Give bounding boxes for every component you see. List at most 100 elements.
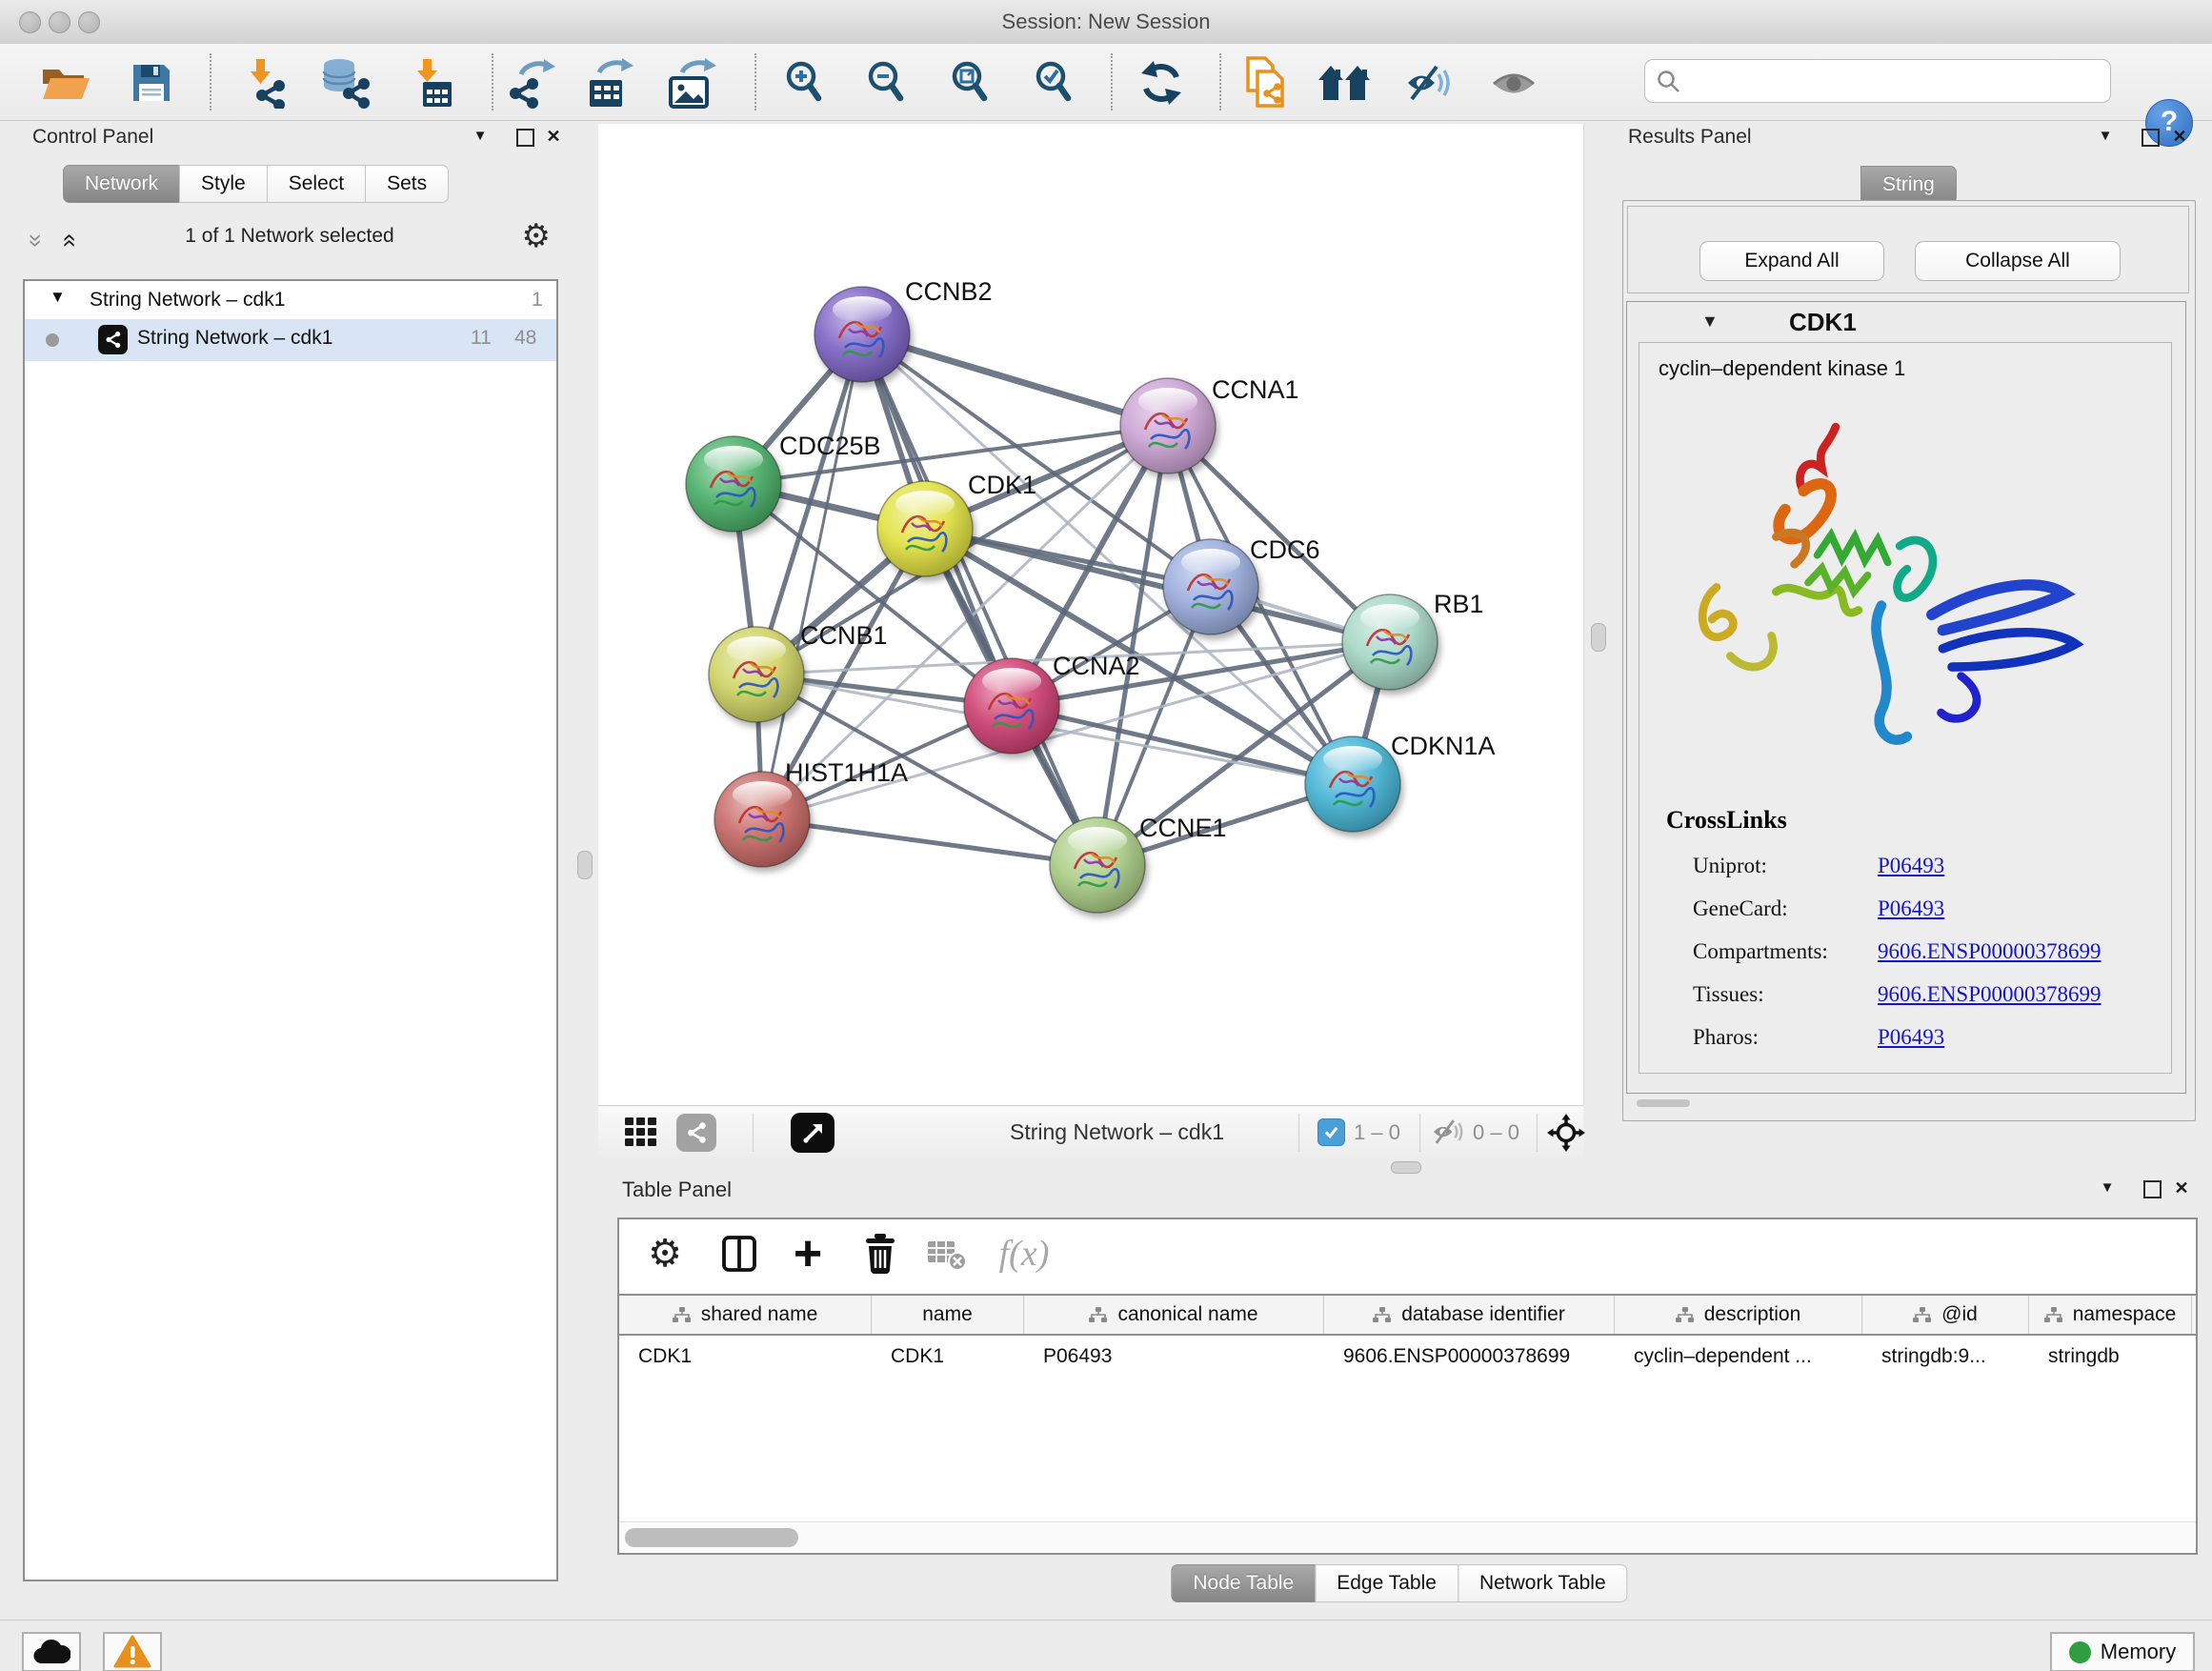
import-network-database-button[interactable] bbox=[318, 55, 373, 111]
panel-float-icon[interactable] bbox=[516, 129, 534, 147]
export-network-button[interactable] bbox=[505, 55, 560, 111]
card-expander-icon[interactable]: ▼ bbox=[1701, 312, 1719, 332]
tab-node-table[interactable]: Node Table bbox=[1171, 1564, 1316, 1602]
crosslink-link[interactable]: P06493 bbox=[1878, 896, 1944, 921]
left-splitter-knob[interactable] bbox=[577, 851, 593, 879]
network-node-CDC6[interactable] bbox=[1163, 539, 1258, 634]
open-session-button[interactable] bbox=[38, 55, 93, 111]
table-settings-gear-icon[interactable]: ⚙ bbox=[640, 1231, 690, 1277]
results-hscrollbar-thumb[interactable] bbox=[1637, 1099, 1690, 1107]
show-hide-graphics-button[interactable] bbox=[1402, 55, 1458, 111]
bottom-splitter-knob[interactable] bbox=[1391, 1161, 1421, 1174]
bottom-splitter[interactable] bbox=[598, 1158, 1583, 1174]
results-tab-string[interactable]: String bbox=[1860, 166, 1957, 204]
network-node-CDKN1A[interactable] bbox=[1305, 736, 1400, 832]
table-hscrollbar-thumb[interactable] bbox=[625, 1528, 798, 1547]
column-header-name[interactable]: name bbox=[872, 1296, 1024, 1334]
network-options-gear-icon[interactable]: ⚙ bbox=[522, 217, 551, 255]
search-input[interactable] bbox=[1691, 64, 2095, 98]
network-node-CCNE1[interactable] bbox=[1050, 817, 1145, 913]
tab-select[interactable]: Select bbox=[267, 165, 366, 203]
collapse-all-networks-icon[interactable]: » bbox=[22, 233, 51, 241]
war ning-button[interactable] bbox=[103, 1632, 162, 1671]
zoom-in-button[interactable] bbox=[775, 55, 831, 111]
refresh-view-button[interactable] bbox=[1134, 55, 1189, 111]
memory-button[interactable]: Memory bbox=[2050, 1632, 2195, 1671]
network-node-CCNB1[interactable] bbox=[709, 627, 804, 722]
column-header--id[interactable]: @id bbox=[1862, 1296, 2029, 1334]
table-cell[interactable]: stringdb bbox=[2029, 1336, 2192, 1378]
table-cell[interactable]: P06493 bbox=[1024, 1336, 1324, 1378]
crosslink-link[interactable]: 9606.ENSP00000378699 bbox=[1878, 982, 2101, 1007]
panel-close-icon[interactable]: ✕ bbox=[2167, 124, 2192, 149]
cloud-button[interactable] bbox=[22, 1632, 81, 1671]
tab-style[interactable]: Style bbox=[179, 165, 268, 203]
zoom-selected-button[interactable] bbox=[1025, 55, 1080, 111]
create-column-plus-icon[interactable]: + bbox=[783, 1231, 833, 1282]
table-cell[interactable]: CDK1 bbox=[872, 1336, 1024, 1378]
collapse-all-button[interactable]: Collapse All bbox=[1915, 241, 2121, 281]
column-header-description[interactable]: description bbox=[1615, 1296, 1862, 1334]
show-columns-icon[interactable] bbox=[714, 1231, 764, 1277]
network-node-CDC25B[interactable] bbox=[686, 436, 781, 532]
panel-float-icon[interactable] bbox=[2143, 1180, 2162, 1198]
network-node-CDK1[interactable] bbox=[877, 481, 973, 576]
function-builder-icon[interactable]: f(x) bbox=[986, 1231, 1062, 1277]
column-header-canonical-name[interactable]: canonical name bbox=[1024, 1296, 1324, 1334]
export-table-button[interactable] bbox=[583, 55, 638, 111]
import-network-file-button[interactable] bbox=[238, 55, 293, 111]
table-cell[interactable]: cyclin–dependent ... bbox=[1615, 1336, 1862, 1378]
panel-float-icon[interactable] bbox=[2142, 129, 2160, 147]
table-cell[interactable]: stringdb:9... bbox=[1862, 1336, 2029, 1378]
network-node-CCNA2[interactable] bbox=[964, 658, 1059, 754]
network-row-selected[interactable]: String Network – cdk1 11 48 bbox=[25, 319, 556, 361]
panel-collapse-icon[interactable]: ▼ bbox=[2093, 124, 2118, 149]
tab-sets[interactable]: Sets bbox=[365, 165, 449, 203]
import-table-file-button[interactable] bbox=[406, 55, 461, 111]
crosslink-link[interactable]: P06493 bbox=[1878, 854, 1944, 878]
left-splitter[interactable] bbox=[570, 124, 600, 1596]
hidden-eye-slash-icon[interactable] bbox=[1431, 1117, 1467, 1152]
network-canvas[interactable]: CCNB2CCNA1CDC25BCDK1CDC6RB1CCNB1CCNA2CDK… bbox=[598, 124, 1584, 1105]
crosslink-link[interactable]: 9606.ENSP00000378699 bbox=[1878, 939, 2101, 964]
fit-content-button[interactable] bbox=[941, 55, 996, 111]
crosshair-icon[interactable] bbox=[1547, 1114, 1585, 1157]
zoom-out-button[interactable] bbox=[857, 55, 913, 111]
panel-close-icon[interactable]: ✕ bbox=[2169, 1176, 2194, 1200]
panel-close-icon[interactable]: ✕ bbox=[541, 124, 566, 149]
home-button[interactable] bbox=[1317, 55, 1372, 111]
tab-network-table[interactable]: Network Table bbox=[1458, 1564, 1628, 1602]
export-image-button[interactable] bbox=[665, 55, 720, 111]
panel-collapse-icon[interactable]: ▼ bbox=[2095, 1176, 2120, 1200]
network-node-CCNA1[interactable] bbox=[1120, 378, 1216, 473]
detach-view-icon[interactable] bbox=[791, 1113, 835, 1153]
right-splitter-knob[interactable] bbox=[1591, 623, 1606, 652]
network-node-CCNB2[interactable] bbox=[814, 287, 910, 382]
column-header-database-identifier[interactable]: database identifier bbox=[1324, 1296, 1615, 1334]
grid-view-icon[interactable] bbox=[625, 1117, 657, 1148]
table-hscrollbar[interactable] bbox=[619, 1521, 2196, 1553]
warning-icon bbox=[113, 1635, 151, 1669]
column-header-namespace[interactable]: namespace bbox=[2029, 1296, 2192, 1334]
selected-checkbox-icon[interactable] bbox=[1317, 1118, 1345, 1146]
network-collection-row[interactable]: ▼ String Network – cdk1 1 bbox=[25, 281, 556, 319]
delete-table-icon[interactable] bbox=[922, 1231, 972, 1277]
network-selection-status: 1 of 1 Network selected bbox=[82, 225, 497, 248]
table-cell[interactable]: 9606.ENSP00000378699 bbox=[1324, 1336, 1615, 1378]
node-card-header[interactable]: ▼ CDK1 bbox=[1627, 302, 2185, 342]
tab-network[interactable]: Network bbox=[63, 165, 180, 203]
table-cell[interactable]: CDK1 bbox=[619, 1336, 872, 1378]
network-node-RB1[interactable] bbox=[1342, 594, 1438, 690]
zoom-out-icon bbox=[864, 60, 906, 106]
expand-all-button[interactable]: Expand All bbox=[1699, 241, 1884, 281]
duplicate-network-button[interactable] bbox=[1238, 55, 1294, 111]
eye-button[interactable] bbox=[1486, 55, 1541, 111]
network-view-share-icon[interactable] bbox=[676, 1114, 716, 1152]
delete-column-trash-icon[interactable] bbox=[855, 1231, 905, 1277]
tree-expander-icon[interactable]: ▼ bbox=[50, 288, 66, 307]
panel-collapse-icon[interactable]: ▼ bbox=[468, 124, 493, 149]
tab-edge-table[interactable]: Edge Table bbox=[1315, 1564, 1458, 1602]
save-session-button[interactable] bbox=[124, 55, 179, 111]
column-header-shared-name[interactable]: shared name bbox=[619, 1296, 872, 1334]
crosslink-link[interactable]: P06493 bbox=[1878, 1025, 1944, 1050]
